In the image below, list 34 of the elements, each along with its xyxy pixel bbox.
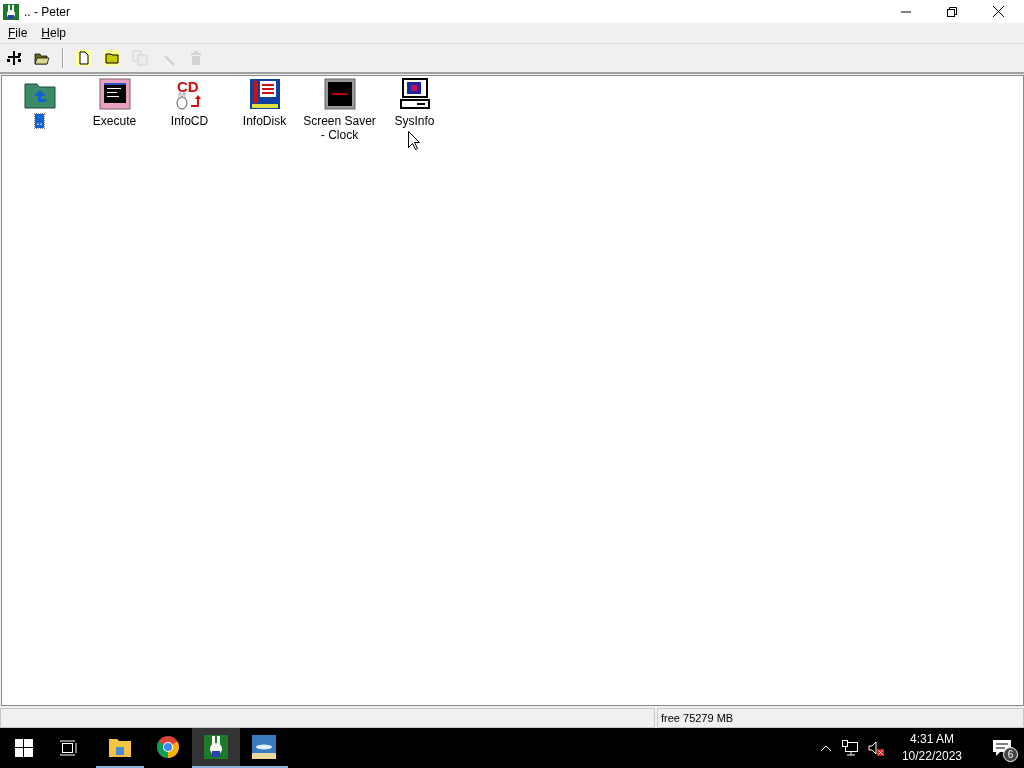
file-label[interactable]: InfoDisk bbox=[241, 114, 288, 128]
mouse-pointer-icon bbox=[408, 131, 420, 150]
fish-icon[interactable] bbox=[252, 735, 276, 759]
notification-count-badge: 6 bbox=[1003, 747, 1018, 762]
rabbit-icon[interactable] bbox=[204, 735, 228, 759]
computer-icon[interactable] bbox=[398, 78, 431, 110]
clock-screen-icon[interactable] bbox=[323, 78, 356, 110]
menu-item[interactable]: Help bbox=[41, 26, 67, 40]
new-folder-icon[interactable] bbox=[104, 50, 120, 66]
close-icon[interactable] bbox=[993, 6, 1004, 17]
windows-start-icon[interactable] bbox=[15, 739, 33, 757]
file-label[interactable]: Execute bbox=[91, 114, 138, 128]
file-label[interactable]: .. bbox=[35, 114, 44, 128]
network-icon[interactable] bbox=[841, 740, 858, 756]
chevron-up-icon[interactable] bbox=[819, 744, 832, 752]
file-label[interactable]: InfoCD bbox=[169, 114, 210, 128]
window-title: .. - Peter bbox=[24, 4, 70, 19]
open-folder-icon[interactable] bbox=[34, 50, 50, 66]
clock-date[interactable]: 10/22/2023 bbox=[901, 748, 962, 765]
task-view-icon[interactable] bbox=[60, 740, 78, 756]
free-space-status: free 75279 MB bbox=[657, 708, 1024, 728]
menu-item[interactable]: File bbox=[8, 26, 28, 40]
browser-icon[interactable] bbox=[156, 735, 180, 759]
new-file-icon[interactable] bbox=[76, 50, 92, 66]
file-label[interactable]: SysInfo bbox=[393, 114, 436, 128]
muted-speaker-icon[interactable] bbox=[867, 740, 884, 756]
file-label[interactable]: Screen Saver - Clock bbox=[302, 114, 377, 142]
clock-time[interactable]: 4:31 AM bbox=[909, 731, 954, 748]
restore-icon[interactable] bbox=[947, 6, 957, 17]
rabbit-app-taskbar-button[interactable] bbox=[192, 728, 240, 768]
rabbit-app-icon bbox=[3, 3, 19, 20]
terminal-window-icon[interactable] bbox=[98, 78, 131, 110]
cd-logo-text: CD bbox=[176, 78, 199, 95]
tree-icon[interactable] bbox=[6, 50, 22, 66]
